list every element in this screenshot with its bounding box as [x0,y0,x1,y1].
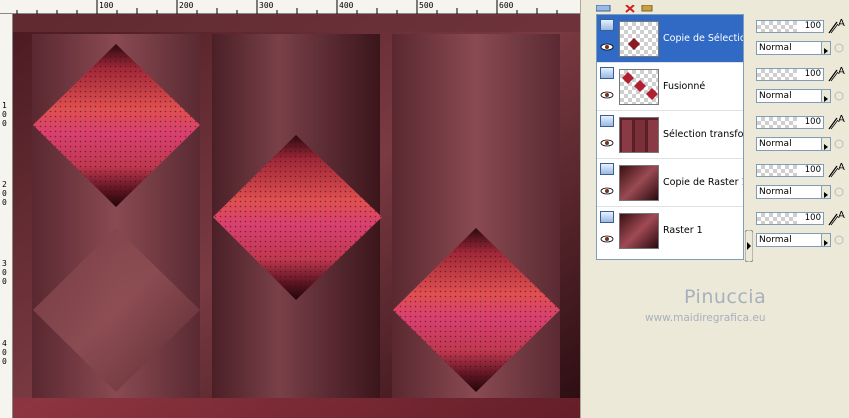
lock-icon[interactable] [834,235,844,245]
watermark-name: Pinuccia [684,286,767,308]
eye-icon[interactable] [600,139,614,147]
lock-icon[interactable] [834,43,844,53]
blend-mode-select[interactable]: Normal [756,89,822,103]
layer-thumbnail [619,21,659,57]
layer-row[interactable]: Copie de Sélection [597,15,743,63]
layers-palette: Copie de Sélection Fusionné Sélection tr… [590,0,849,418]
blend-mode-dropdown-arrow[interactable] [822,185,831,199]
layer-thumbnail [619,165,659,201]
opacity-value: 100 [804,69,821,79]
layer-type-icon [600,163,614,175]
alpha-label: A [838,162,845,173]
image-canvas[interactable] [13,14,580,418]
layer-thumbnail [619,69,659,105]
layer-properties-row: 100 A Normal [754,206,849,254]
watermark-url: www.maidiregrafica.eu [645,312,766,324]
layer-name: Raster 1 [663,225,703,236]
alpha-label: A [838,210,845,221]
ruler-label: 0 [2,119,7,128]
pencil-icon[interactable] [828,68,838,82]
opacity-value: 100 [804,165,821,175]
layer-type-icon [600,115,614,127]
opacity-value: 100 [804,117,821,127]
opacity-field[interactable]: 100 [756,116,824,129]
top-ruler-ticks [16,0,558,14]
ruler-label: 3 [2,259,7,268]
pencil-icon[interactable] [828,116,838,130]
layer-thumbnail [619,213,659,249]
ruler-label: 300 [259,1,274,10]
ruler-label: 200 [179,1,194,10]
eye-icon[interactable] [600,91,614,99]
layer-row[interactable]: Copie de Raster 1 [597,159,743,207]
ruler-label: 500 [419,1,434,10]
blend-mode-select[interactable]: Normal [756,41,822,55]
layer-type-icon [600,67,614,79]
blend-mode-select[interactable]: Normal [756,233,822,247]
layer-thumbnail [619,117,659,153]
ruler-label: 1 [2,101,7,110]
layer-type-icon [600,19,614,31]
layer-name: Copie de Raster 1 [663,177,743,188]
scroll-right-arrow-icon[interactable] [745,230,753,262]
layer-row[interactable]: Sélection transformée [597,111,743,159]
layer-name: Copie de Sélection [663,33,743,44]
left-ruler: 1 0 0 2 0 0 3 0 0 4 0 0 [0,14,13,418]
ruler-label: 400 [339,1,354,10]
layer-properties-row: 100 A Normal [754,14,849,62]
eye-icon[interactable] [600,187,614,195]
delete-icon [625,4,635,13]
layer-properties-row: 100 A Normal [754,62,849,110]
ruler-label: 2 [2,180,7,189]
lock-icon[interactable] [834,187,844,197]
ruler-label: 0 [2,268,7,277]
ruler-label: 0 [2,189,7,198]
ruler-label: 0 [2,198,7,207]
layer-properties-row: 100 A Normal [754,158,849,206]
blend-mode-select[interactable]: Normal [756,185,822,199]
ruler-label: 0 [2,277,7,286]
eye-icon[interactable] [600,235,614,243]
pencil-icon[interactable] [828,212,838,226]
opacity-value: 100 [804,21,821,31]
alpha-label: A [838,66,845,77]
blend-mode-dropdown-arrow[interactable] [822,137,831,151]
blend-mode-select[interactable]: Normal [756,137,822,151]
canvas-artwork [13,14,580,418]
pencil-icon[interactable] [828,20,838,34]
layer-name: Sélection transformée [663,129,743,140]
opacity-field[interactable]: 100 [756,20,824,33]
opacity-value: 100 [804,213,821,223]
lock-icon[interactable] [834,91,844,101]
layer-list[interactable]: Copie de Sélection Fusionné Sélection tr… [596,14,744,260]
pencil-icon[interactable] [828,164,838,178]
layer-row[interactable]: Fusionné [597,63,743,111]
layer-name: Fusionné [663,81,706,92]
eye-icon[interactable] [600,43,614,51]
ruler-label: 600 [499,1,514,10]
ruler-label: 4 [2,339,7,348]
alpha-label: A [838,114,845,125]
canvas-scroll-gutter[interactable] [580,0,590,418]
opacity-field[interactable]: 100 [756,212,824,225]
layers-toolbar [595,0,746,13]
ruler-label: 100 [99,1,114,10]
opacity-field[interactable]: 100 [756,164,824,177]
blend-mode-dropdown-arrow[interactable] [822,41,831,55]
ruler-label: 0 [2,348,7,357]
blend-mode-dropdown-arrow[interactable] [822,89,831,103]
alpha-label: A [838,18,845,29]
layer-row[interactable]: Raster 1 [597,207,743,255]
layer-properties-row: 100 A Normal [754,110,849,158]
layer-type-icon [600,211,614,223]
top-ruler: 100 200 300 400 500 600 [0,0,580,14]
ruler-label: 0 [2,357,7,366]
lock-icon[interactable] [834,139,844,149]
opacity-field[interactable]: 100 [756,68,824,81]
ruler-label: 0 [2,110,7,119]
blend-mode-dropdown-arrow[interactable] [822,233,831,247]
layer-properties-column: 100 A Normal 100 A Normal 100 A Normal 1… [754,14,849,260]
